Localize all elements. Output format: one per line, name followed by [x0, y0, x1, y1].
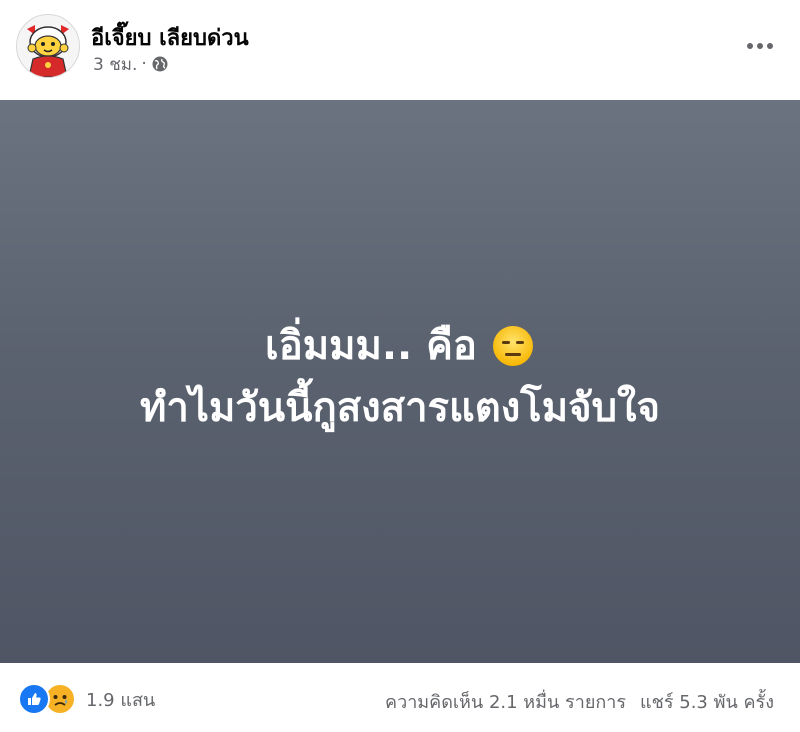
more-horizontal-icon	[747, 43, 773, 49]
post-background: เอิ่มมม.. คือ ทำไมวันนี้กูสงสารแตงโมจับใ…	[0, 100, 800, 663]
like-icon	[18, 683, 50, 715]
post-text-line-2: ทำไมวันนี้กูสงสารแตงโมจับใจ	[140, 384, 660, 431]
post-footer: 1.9 แสน ความคิดเห็น 2.1 หมื่น รายการ แชร…	[0, 663, 800, 732]
post-text: เอิ่มมม.. คือ ทำไมวันนี้กูสงสารแตงโมจับใ…	[0, 100, 800, 663]
reaction-count: 1.9 แสน	[86, 689, 156, 711]
post-text-line-1-text: เอิ่มมม.. คือ	[265, 322, 477, 369]
post-header: อีเจี๊ยบ เลียบด่วน 3 ชม. ·	[0, 0, 800, 100]
meta-separator: ·	[141, 54, 147, 74]
expressionless-face-emoji	[491, 324, 535, 368]
reactions-summary[interactable]: 1.9 แสน	[18, 683, 155, 715]
shares-count-link[interactable]: แชร์ 5.3 พัน ครั้ง	[640, 687, 774, 716]
post-text-line-1: เอิ่มมม.. คือ	[265, 315, 535, 377]
comments-count-link[interactable]: ความคิดเห็น 2.1 หมื่น รายการ	[385, 687, 626, 716]
globe-icon	[151, 55, 169, 73]
engagement-stats: ความคิดเห็น 2.1 หมื่น รายการ แชร์ 5.3 พั…	[385, 687, 774, 716]
post-time[interactable]: 3 ชม.	[93, 51, 137, 78]
avatar-cartoon-icon	[17, 15, 79, 77]
more-options-button[interactable]	[740, 30, 780, 62]
post-meta: 3 ชม. ·	[93, 53, 169, 75]
author-avatar[interactable]	[16, 14, 80, 78]
